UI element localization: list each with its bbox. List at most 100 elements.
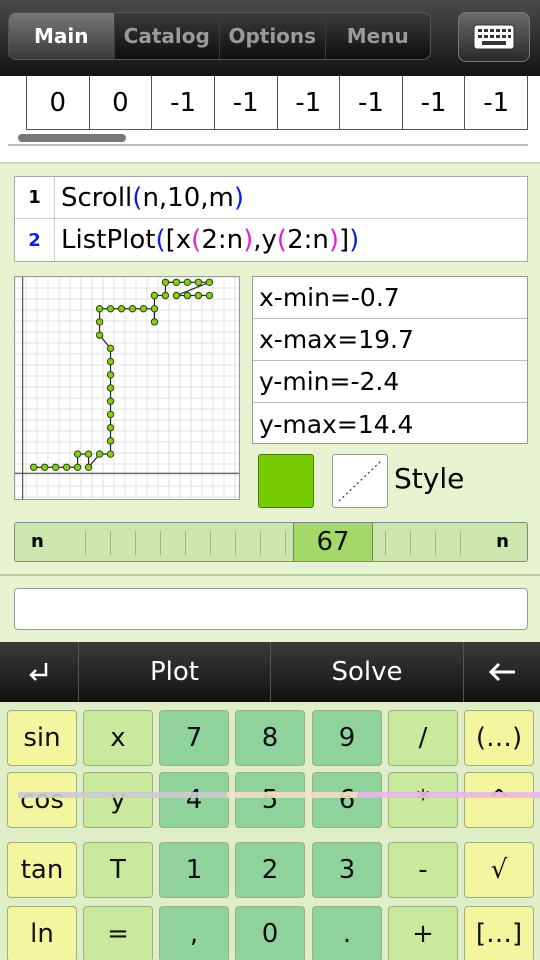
command-row-1[interactable]: 1 Scroll(n,10,m) bbox=[15, 177, 527, 219]
key-0-5[interactable]: / bbox=[388, 710, 458, 766]
tab-menu[interactable]: Menu bbox=[324, 13, 431, 59]
render-artifact bbox=[18, 792, 540, 798]
x-min-field[interactable]: x-min=-0.7 bbox=[253, 277, 527, 319]
tab-catalog[interactable]: Catalog bbox=[113, 13, 220, 59]
data-point bbox=[106, 357, 115, 366]
list-cell[interactable]: -1 bbox=[151, 76, 214, 129]
data-point bbox=[106, 450, 115, 458]
data-point bbox=[150, 305, 159, 313]
plot-view[interactable] bbox=[14, 276, 240, 500]
data-point bbox=[106, 397, 115, 405]
y-min-field[interactable]: y-min=-2.4 bbox=[253, 361, 527, 403]
data-point bbox=[106, 344, 115, 353]
key-2-4[interactable]: 3 bbox=[312, 842, 382, 898]
key-3-1[interactable]: = bbox=[83, 906, 153, 960]
command-number: 2 bbox=[15, 219, 55, 261]
key-1-4[interactable]: 6 bbox=[312, 772, 382, 828]
key-3-3[interactable]: 0 bbox=[235, 906, 305, 960]
keyboard-button[interactable] bbox=[458, 12, 530, 62]
data-point bbox=[150, 318, 159, 326]
y-max-field[interactable]: y-max=14.4 bbox=[253, 403, 527, 445]
key-3-6[interactable]: […] bbox=[464, 906, 534, 960]
tab-main[interactable]: Main bbox=[9, 13, 114, 59]
list-row: 0 0 -1 -1 -1 -1 -1 -1 bbox=[26, 76, 528, 130]
key-1-3[interactable]: 5 bbox=[235, 772, 305, 828]
list-cell[interactable]: -1 bbox=[213, 76, 277, 129]
data-point bbox=[205, 291, 214, 300]
n-slider[interactable]: n n 67 bbox=[14, 522, 528, 562]
data-point bbox=[106, 384, 115, 392]
plot-style-button[interactable] bbox=[332, 454, 388, 508]
list-cell[interactable]: -1 bbox=[464, 76, 527, 129]
key-0-1[interactable]: x bbox=[83, 710, 153, 766]
main-tabs: Main Catalog Options Menu bbox=[8, 12, 431, 60]
key-3-2[interactable]: , bbox=[159, 906, 229, 960]
data-point bbox=[95, 305, 104, 313]
data-point bbox=[95, 318, 104, 326]
key-0-0[interactable]: sin bbox=[7, 710, 77, 766]
data-point bbox=[172, 278, 181, 286]
backspace-button[interactable] bbox=[463, 642, 540, 702]
data-point bbox=[128, 305, 137, 313]
data-point bbox=[95, 450, 104, 458]
plot-button[interactable]: Plot bbox=[78, 642, 270, 702]
action-bar: Plot Solve bbox=[0, 642, 540, 702]
style-label[interactable]: Style bbox=[394, 462, 464, 495]
key-2-6[interactable]: √ bbox=[464, 842, 534, 898]
key-3-0[interactable]: ln bbox=[7, 906, 77, 960]
key-1-6[interactable]: ^ bbox=[464, 772, 534, 828]
key-2-1[interactable]: T bbox=[83, 842, 153, 898]
key-2-5[interactable]: - bbox=[388, 842, 458, 898]
key-0-4[interactable]: 9 bbox=[312, 710, 382, 766]
divider bbox=[0, 574, 540, 576]
dotted-line-icon bbox=[338, 460, 382, 502]
command-text[interactable]: Scroll(n,10,m) bbox=[55, 177, 244, 218]
list-cell[interactable]: -1 bbox=[339, 76, 402, 129]
slider-thumb[interactable]: 67 bbox=[293, 523, 373, 561]
expression-input[interactable] bbox=[14, 588, 528, 630]
data-point bbox=[194, 278, 203, 286]
key-3-4[interactable]: . bbox=[312, 906, 382, 960]
key-1-5[interactable]: * bbox=[388, 772, 458, 828]
top-bar: Main Catalog Options Menu bbox=[0, 0, 540, 76]
data-point bbox=[106, 437, 115, 445]
list-cell[interactable]: -1 bbox=[276, 76, 340, 129]
command-list: 1 Scroll(n,10,m) 2 ListPlot([x(2:n), y(2:… bbox=[14, 176, 528, 262]
key-0-6[interactable]: (…) bbox=[464, 710, 534, 766]
data-point bbox=[40, 463, 49, 471]
list-cell[interactable]: -1 bbox=[401, 76, 465, 129]
data-point bbox=[84, 463, 93, 471]
command-number: 1 bbox=[15, 177, 55, 218]
return-icon bbox=[29, 663, 48, 681]
slider-track[interactable] bbox=[85, 531, 465, 555]
x-max-field[interactable]: x-max=19.7 bbox=[253, 319, 527, 361]
divider bbox=[8, 144, 528, 146]
key-0-2[interactable]: 7 bbox=[159, 710, 229, 766]
horizontal-scrollbar[interactable] bbox=[18, 134, 126, 142]
tab-options[interactable]: Options bbox=[219, 13, 325, 59]
key-1-0[interactable]: cos bbox=[7, 772, 77, 828]
key-0-3[interactable]: 8 bbox=[235, 710, 305, 766]
data-point bbox=[106, 371, 115, 379]
command-row-2[interactable]: 2 ListPlot([x(2:n), y(2:n)]) bbox=[15, 219, 527, 261]
key-2-2[interactable]: 1 bbox=[159, 842, 229, 898]
data-point bbox=[172, 291, 181, 300]
key-2-0[interactable]: tan bbox=[7, 842, 77, 898]
key-3-5[interactable]: + bbox=[388, 906, 458, 960]
key-1-2[interactable]: 4 bbox=[159, 772, 229, 828]
command-text[interactable]: ListPlot([x(2:n), y(2:n)]) bbox=[55, 219, 359, 261]
list-cell[interactable]: 0 bbox=[27, 76, 89, 129]
data-point bbox=[62, 463, 71, 471]
data-point bbox=[106, 305, 115, 313]
key-1-1[interactable]: y bbox=[83, 772, 153, 828]
data-point bbox=[51, 463, 60, 471]
data-point bbox=[106, 423, 115, 432]
data-point bbox=[139, 305, 148, 313]
key-2-3[interactable]: 2 bbox=[235, 842, 305, 898]
keyboard-icon bbox=[473, 24, 515, 50]
enter-button[interactable] bbox=[0, 642, 78, 702]
list-cell[interactable]: 0 bbox=[88, 76, 152, 129]
data-point bbox=[161, 278, 170, 286]
series-color-swatch[interactable] bbox=[258, 454, 314, 508]
solve-button[interactable]: Solve bbox=[270, 642, 463, 702]
